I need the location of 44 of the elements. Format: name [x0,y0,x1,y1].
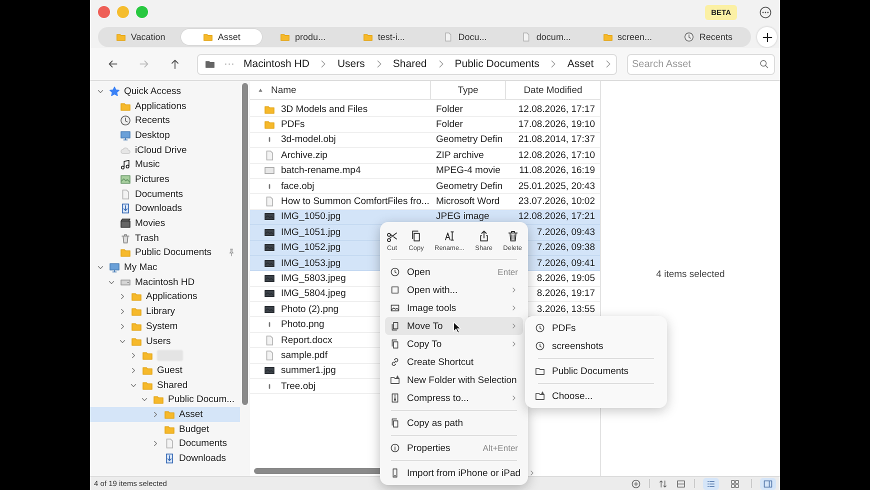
file-date: 12.08.2026, 17:10 [518,150,595,161]
shortcut-hint: Alt+Enter [482,443,518,453]
shortcut-hint: Enter [498,267,518,277]
file-name: Report.docx [281,334,332,346]
file-name: Photo (2).png [281,304,339,315]
file-date: 17.08.2026, 19:10 [518,119,595,130]
file-type: Folder [436,104,463,115]
file-date: 21.08.2014, 17:37 [518,134,595,146]
file-date: 12.08.2026, 17:17 [518,104,595,115]
selection-summary: 4 items selected [656,269,725,280]
file-date: 3.2026, 13:55 [536,304,595,315]
file-name: IMG_5803.jpeg [281,272,346,284]
file-name: IMG_1050.jpg [281,211,341,222]
file-name: 3d-model.obj [281,134,336,146]
file-name: How to Summon ComfortFiles fro... [281,196,430,208]
file-date: 7.2026, 09:43 [536,226,595,238]
file-type: Geometry Defin [436,180,503,192]
file-name: IMG_1052.jpg [281,242,341,254]
file-date: 7.2026, 09:41 [536,258,595,269]
file-date: 11.08.2026, 16:19 [519,165,595,176]
file-name: batch-rename.mp4 [281,165,361,176]
file-date: 8.2026, 19:05 [536,272,595,284]
file-name: summer1.jpg [281,365,336,376]
file-date: 8.2026, 19:17 [536,288,595,300]
file-type: Folder [436,119,463,130]
file-type: Geometry Defin [436,134,503,146]
file-name: sample.pdf [281,350,328,361]
file-type: Microsoft Word [436,196,500,208]
file-name: Photo.png [281,319,324,330]
file-name: Archive.zip [281,150,328,161]
file-type: MPEG-4 movie [436,165,500,176]
file-type: JPEG image [436,211,490,222]
file-date: 25.01.2025, 20:43 [518,180,595,192]
file-date: 12.08.2026, 17:21 [518,211,595,222]
file-name: PDFs [281,119,305,130]
file-name: IMG_5804.jpeg [281,288,346,300]
file-type: ZIP archive [436,150,484,161]
file-name: IMG_1051.jpg [281,226,341,238]
file-date: 23.07.2026, 10:02 [518,196,595,208]
file-name: face.obj [281,180,314,192]
file-name: Tree.obj [281,380,316,392]
file-name: IMG_1053.jpg [281,258,341,269]
file-name: 3D Models and Files [281,104,368,115]
file-date: 7.2026, 09:38 [536,242,595,254]
